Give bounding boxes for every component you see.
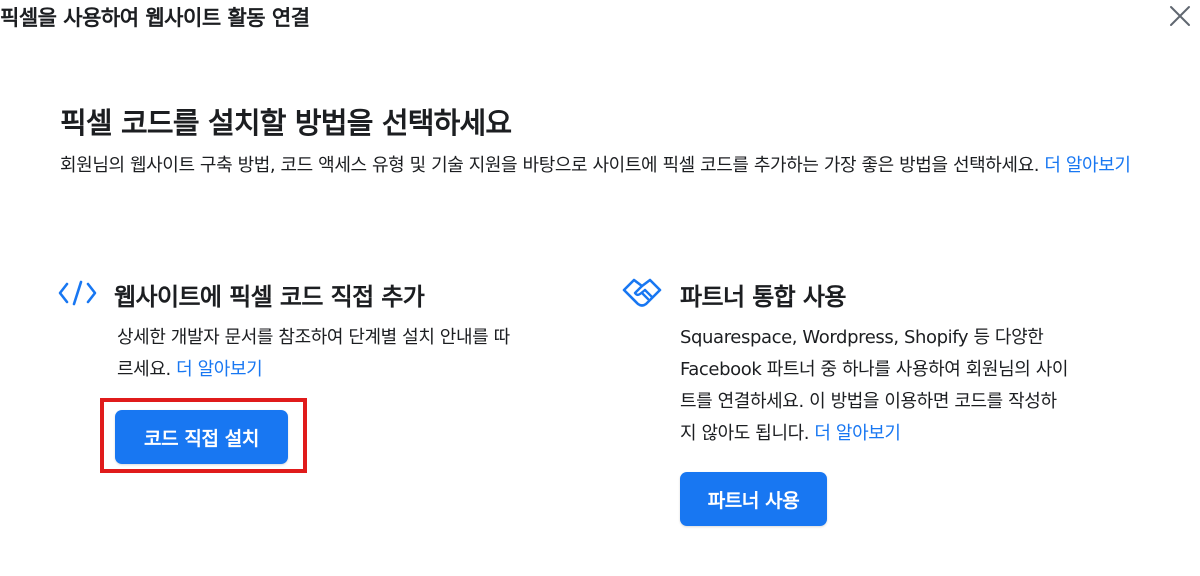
option-manual-title: 웹사이트에 픽셀 코드 직접 추가 <box>114 283 425 311</box>
use-partner-button[interactable]: 파트너 사용 <box>680 472 827 526</box>
intro-text: 회원님의 웹사이트 구축 방법, 코드 액세스 유형 및 기술 지원을 바탕으로… <box>60 155 1040 176</box>
dialog-title: 픽셀을 사용하여 웹사이트 활동 연결 <box>0 6 310 30</box>
option-partner-learn-more-link[interactable]: 더 알아보기 <box>814 423 901 444</box>
handshake-icon <box>622 278 662 307</box>
intro-paragraph: 회원님의 웹사이트 구축 방법, 코드 액세스 유형 및 기술 지원을 바탕으로… <box>60 151 1170 181</box>
option-partner-title: 파트너 통합 사용 <box>680 283 846 311</box>
option-partner-description: Squarespace, Wordpress, Shopify 등 다양한 Fa… <box>680 322 1070 450</box>
option-manual-description: 상세한 개발자 문서를 참조하여 단계별 설치 안내를 따르세요. 더 알아보기 <box>117 322 517 386</box>
page-heading: 픽셀 코드를 설치할 방법을 선택하세요 <box>60 106 512 140</box>
option-manual-learn-more-link[interactable]: 더 알아보기 <box>176 359 263 380</box>
intro-learn-more-link[interactable]: 더 알아보기 <box>1044 155 1131 176</box>
highlight-box <box>100 398 307 473</box>
close-icon <box>1170 6 1190 26</box>
close-button[interactable] <box>1168 4 1192 28</box>
pixel-setup-dialog: 픽셀을 사용하여 웹사이트 활동 연결 픽셀 코드를 설치할 방법을 선택하세요… <box>0 0 1200 576</box>
code-icon <box>58 280 97 306</box>
